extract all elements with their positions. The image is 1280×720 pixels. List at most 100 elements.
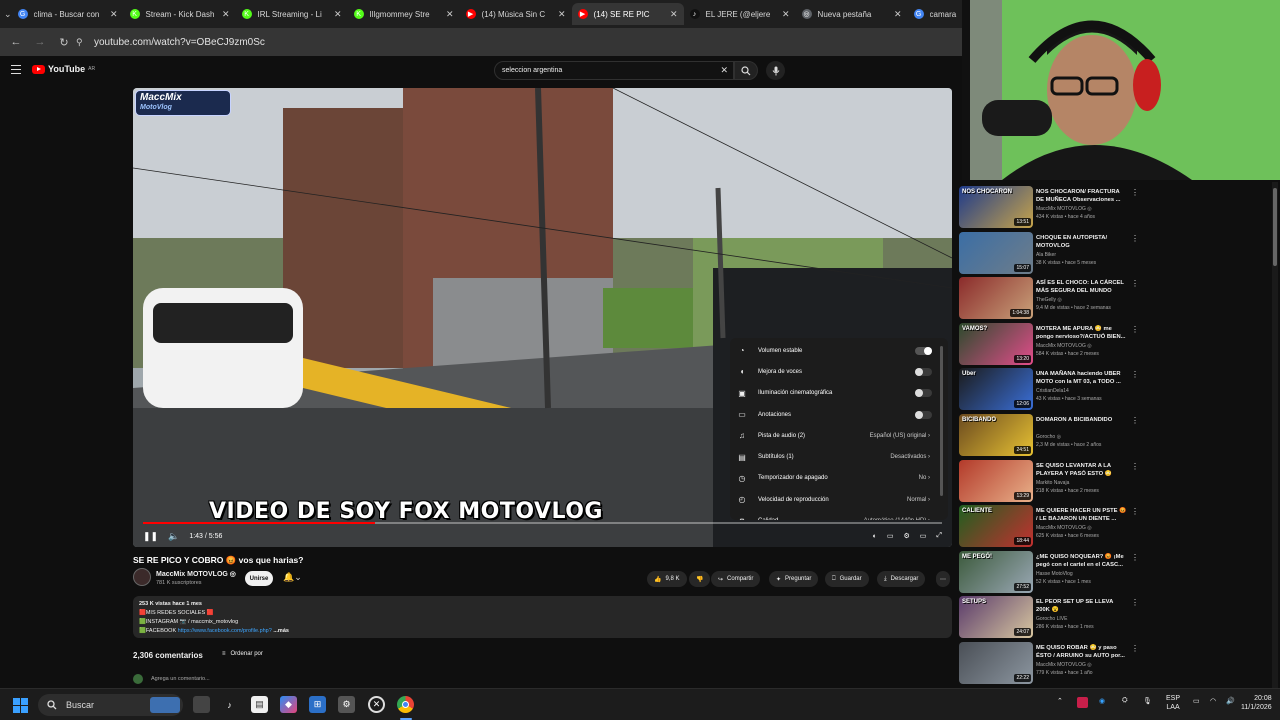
video-thumbnail[interactable]: 15:07 (959, 231, 1033, 274)
related-video-title[interactable]: SE QUISO LEVANTAR A LA PLAYERA Y PASÓ ES… (1036, 462, 1128, 478)
back-icon[interactable]: ← (4, 36, 28, 48)
settings-item[interactable]: ⚙ CalidadAutomático (1440p HD) › (730, 510, 948, 520)
close-tab-icon[interactable]: ✕ (782, 9, 790, 20)
browser-tab[interactable]: K Illgmommey Stre ✕ (348, 3, 460, 25)
video-thumbnail[interactable]: NOS CHOCARON 13:51 (959, 186, 1033, 228)
facebook-link[interactable]: https://www.facebook.com/profile.php? (178, 628, 272, 634)
language-indicator[interactable]: ESP LAA (1166, 694, 1180, 712)
video-thumbnail[interactable]: 22:22 (959, 642, 1033, 684)
share-button[interactable]: ↪ Compartir (711, 571, 761, 587)
copilot-icon[interactable]: ◆ (280, 696, 297, 713)
more-options-icon[interactable]: ⋮ (1131, 325, 1139, 334)
browser-tab[interactable]: K Stream - Kick Dash ✕ (124, 3, 236, 25)
taskbar-search[interactable]: Buscar (38, 694, 183, 716)
video-thumbnail[interactable]: Uber 12:06 (959, 368, 1033, 411)
related-video-item[interactable]: ME PEGÓ! 27:52 ¿ME QUISO NOQUEAR? 😡 ¡Me pe… (957, 549, 1280, 595)
settings-item[interactable]: ♫ Pista de audio (2) Español (US) original… (730, 425, 948, 446)
more-actions-button[interactable]: ⋯ (936, 571, 950, 587)
tray-app-icon-1[interactable] (1077, 697, 1088, 708)
browser-tab[interactable]: ▶ (14) Música Sin C ✕ (460, 3, 572, 25)
related-video-channel[interactable]: Markito Navaja (1036, 480, 1069, 486)
settings-toggle[interactable] (915, 346, 932, 355)
channel-name[interactable]: MaccMix MOTOVLOG ◎ (156, 570, 236, 578)
related-video-channel[interactable]: MaccMix MOTOVLOG ◎ (1036, 662, 1092, 668)
task-view-icon[interactable] (193, 696, 210, 713)
sort-comments-button[interactable]: ≡ Ordenar por (222, 651, 263, 657)
close-tab-icon[interactable]: ✕ (894, 9, 902, 20)
wifi-icon[interactable]: ◠ (1210, 697, 1216, 705)
related-video-channel[interactable]: MaccMix MOTOVLOG ◎ (1036, 525, 1092, 531)
video-player[interactable]: MaccMix MotoVlog VIDEO DE SOY FOX MOTOVL… (133, 88, 952, 547)
related-video-title[interactable]: MOTERA ME APURA 😳 me pongo nervioso?/ACT… (1036, 325, 1128, 341)
close-tab-icon[interactable]: ✕ (334, 9, 342, 20)
tray-microphone-icon[interactable]: 🎙 (1143, 697, 1152, 705)
tray-chevron-icon[interactable]: ⌃ (1057, 697, 1063, 705)
close-tab-icon[interactable]: ✕ (446, 9, 454, 20)
store-icon[interactable]: ⊞ (309, 696, 326, 713)
show-more-link[interactable]: ...más (273, 628, 289, 634)
fullscreen-icon[interactable]: ⤢ (936, 532, 942, 540)
related-video-title[interactable]: DOMARON A BICIBANDIDO (1036, 416, 1128, 424)
settings-toggle[interactable] (915, 389, 932, 398)
related-video-item[interactable]: BICIBANDO 24:51 DOMARON A BICIBANDIDO Goroc… (957, 412, 1280, 458)
more-options-icon[interactable]: ⋮ (1131, 598, 1139, 607)
settings-toggle[interactable] (915, 410, 932, 419)
close-tab-icon[interactable]: ✕ (670, 9, 678, 20)
more-options-icon[interactable]: ⋮ (1131, 370, 1139, 379)
related-video-channel[interactable]: Gorocho ◎ (1036, 434, 1061, 440)
related-video-title[interactable]: ASÍ ES EL CHOCO: LA CÁRCEL MÁS SEGURA DE… (1036, 279, 1128, 295)
windows-start-icon[interactable] (13, 698, 28, 713)
page-scrollbar-thumb[interactable] (1273, 188, 1277, 266)
related-video-title[interactable]: ME QUIERE HACER UN PSTE 😡 / LE BAJARON U… (1036, 507, 1128, 523)
add-comment-row[interactable]: Agrega un comentario... (133, 674, 210, 684)
settings-scrollbar[interactable] (940, 346, 943, 496)
video-thumbnail[interactable]: VAMOS? 13:20 (959, 322, 1033, 365)
related-video-item[interactable]: NOS CHOCARON 13:51 NOS CHOCARON/ FRACTURA … (957, 184, 1280, 230)
related-video-title[interactable]: ¿ME QUISO NOQUEAR? 😡 ¡Me pegó con el car… (1036, 553, 1128, 569)
related-video-title[interactable]: UNA MAÑANA haciendo UBER MOTO con la MT … (1036, 370, 1128, 386)
related-video-title[interactable]: EL PEOR SET UP SE LLEVA 200K 😮 (1036, 598, 1128, 614)
related-video-item[interactable]: VAMOS? 13:20 MOTERA ME APURA 😳 me pongo ne… (957, 321, 1280, 367)
video-thumbnail[interactable]: 13:29 (959, 459, 1033, 502)
search-button[interactable] (734, 61, 758, 80)
ask-button[interactable]: ✦ Preguntar (769, 571, 819, 587)
save-button[interactable]: ⎕ Guardar (825, 571, 869, 587)
more-options-icon[interactable]: ⋮ (1131, 644, 1139, 653)
more-options-icon[interactable]: ⋮ (1131, 553, 1139, 562)
settings-item[interactable]: ◔ Volumen estable (730, 340, 948, 361)
instagram-handle[interactable]: 📷 / maccmix_motovlog (180, 619, 239, 625)
more-options-icon[interactable]: ⋮ (1131, 462, 1139, 471)
join-button[interactable]: Unirse (245, 571, 273, 586)
autoplay-toggle-icon[interactable]: ◐ (873, 533, 877, 540)
tab-search-icon[interactable]: ⌄ (4, 4, 12, 24)
hamburger-menu-icon[interactable] (11, 65, 21, 74)
settings-item[interactable]: ▤ Subtítulos (1) Desactivados › (730, 446, 948, 467)
pause-icon[interactable]: ❚❚ (143, 531, 158, 542)
more-options-icon[interactable]: ⋮ (1131, 416, 1139, 425)
related-video-item[interactable]: 22:22 ME QUISO ROBAR 😳 y paso ÉSTO / ARRU… (957, 640, 1280, 686)
browser-tab[interactable]: ♪ EL JERE (@eljere ✕ (684, 3, 796, 25)
related-video-channel[interactable]: MaccMix MOTOVLOG ◎ (1036, 206, 1092, 212)
related-video-item[interactable]: 15:07 CHOQUE EN AUTOPISTA/ MOTOVLOG Ala Bi… (957, 230, 1280, 276)
tiktok-icon[interactable]: ♪ (221, 696, 238, 713)
related-video-item[interactable]: 13:29 SE QUISO LEVANTAR A LA PLAYERA Y PA… (957, 458, 1280, 504)
settings-item[interactable]: ◴ Velocidad de reproducción Normal › (730, 489, 948, 510)
voice-search-button[interactable] (766, 61, 785, 80)
video-thumbnail[interactable]: SETUPS 24:07 (959, 596, 1033, 639)
related-video-item[interactable]: SETUPS 24:07 EL PEOR SET UP SE LLEVA 200K … (957, 594, 1280, 640)
settings-toggle[interactable] (915, 367, 932, 376)
speaker-icon[interactable]: 🔊 (1226, 697, 1235, 705)
video-thumbnail[interactable]: CALIENTE 18:44 (959, 505, 1033, 548)
related-video-item[interactable]: 1:04:38 ASÍ ES EL CHOCO: LA CÁRCEL MÁS SE… (957, 275, 1280, 321)
more-options-icon[interactable]: ⋮ (1131, 279, 1139, 288)
settings-item[interactable]: ▭ Anotaciones (730, 404, 948, 425)
related-video-channel[interactable]: MaccMix MOTOVLOG ◎ (1036, 343, 1092, 349)
close-tab-icon[interactable]: ✕ (222, 9, 230, 20)
progress-bar[interactable] (143, 522, 942, 524)
related-video-channel[interactable]: CristianDela14 (1036, 388, 1069, 394)
more-options-icon[interactable]: ⋮ (1131, 188, 1139, 197)
video-thumbnail[interactable]: 1:04:38 (959, 277, 1033, 320)
tray-app-icon-3[interactable]: ⛭ (1122, 697, 1128, 705)
more-options-icon[interactable]: ⋮ (1131, 507, 1139, 516)
close-tab-icon[interactable]: ✕ (558, 9, 566, 20)
